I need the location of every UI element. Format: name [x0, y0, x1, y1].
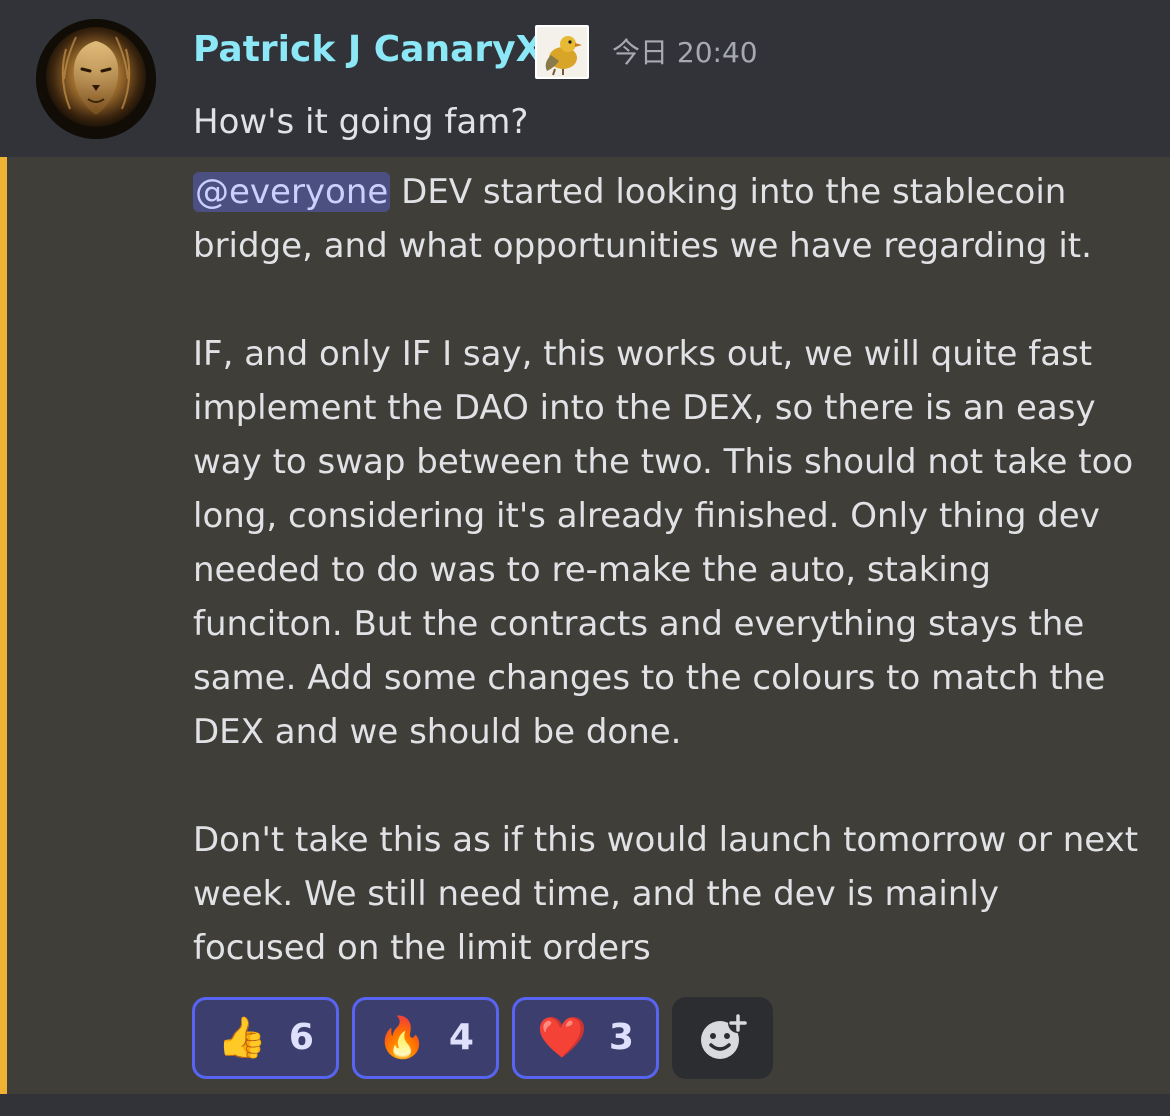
reaction-fire[interactable]: 🔥 4	[352, 997, 499, 1079]
message-body: @everyone DEV started looking into the s…	[193, 165, 1143, 975]
user-avatar[interactable]	[36, 19, 156, 139]
everyone-mention[interactable]: @everyone	[193, 172, 391, 212]
canary-bird-icon[interactable]	[535, 25, 589, 79]
lion-avatar-icon	[36, 19, 156, 139]
fire-icon: 🔥	[377, 1015, 427, 1061]
message-paragraph-3: Don't take this as if this would launch …	[193, 820, 1139, 968]
next-message-area	[0, 1094, 1170, 1116]
reactions-bar: 👍 6 🔥 4 ❤️ 3	[192, 997, 773, 1079]
add-reaction-button[interactable]	[672, 997, 773, 1079]
reaction-thumbs-up[interactable]: 👍 6	[192, 997, 339, 1079]
heart-icon: ❤️	[537, 1015, 587, 1061]
message-first-line: How's it going fam?	[193, 102, 529, 142]
mention-highlight-bar	[0, 157, 7, 1094]
discord-message-view: Patrick J CanaryX 今日 20:40 How's it goin…	[0, 0, 1170, 1116]
thumbs-up-icon: 👍	[217, 1015, 267, 1061]
message-paragraph-2: IF, and only IF I say, this works out, w…	[193, 334, 1134, 752]
username[interactable]: Patrick J CanaryX	[193, 28, 543, 72]
message-paragraph-1: @everyone DEV started looking into the s…	[193, 165, 1143, 273]
mention-highlighted-message: @everyone DEV started looking into the s…	[0, 157, 1170, 1094]
message-header: Patrick J CanaryX 今日 20:40 How's it goin…	[0, 0, 1170, 157]
reaction-count: 4	[448, 1017, 474, 1058]
add-reaction-icon	[700, 1013, 748, 1059]
message-timestamp: 今日 20:40	[612, 36, 758, 69]
reaction-heart[interactable]: ❤️ 3	[512, 997, 659, 1079]
reaction-count: 6	[288, 1017, 314, 1058]
reaction-count: 3	[608, 1017, 634, 1058]
